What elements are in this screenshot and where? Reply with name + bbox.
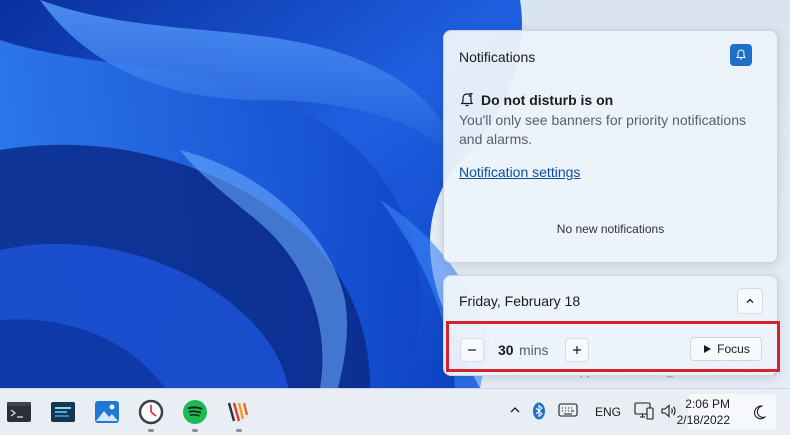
taskbar-app-clock[interactable] — [136, 397, 166, 432]
tray-keyboard[interactable] — [558, 403, 578, 417]
bell-snooze-icon — [736, 49, 746, 60]
bell-snooze-icon — [460, 93, 474, 107]
dnd-status-row: Do not disturb is on — [459, 92, 613, 108]
focus-highlight-box — [446, 321, 780, 372]
windsurf-app-icon — [227, 402, 249, 422]
taskbar-app-media-creation[interactable] — [48, 397, 78, 427]
dnd-description: You'll only see banners for priority not… — [459, 112, 746, 147]
empty-notifications-text: No new notifications — [556, 222, 665, 236]
collapse-calendar-button[interactable] — [737, 288, 763, 314]
tray-bluetooth[interactable] — [532, 402, 546, 420]
photos-icon — [95, 401, 119, 423]
taskbar-app-colorful[interactable] — [224, 397, 254, 432]
taskbar-clock-button[interactable]: 2:06 PM 2/18/2022 — [677, 394, 776, 430]
running-indicator — [236, 429, 242, 432]
taskbar-app-spotify[interactable] — [180, 397, 210, 432]
calendar-date-label: Friday, February 18 — [459, 293, 581, 309]
input-language-indicator[interactable]: ENG — [595, 405, 621, 419]
media-creation-icon — [51, 402, 75, 422]
chevron-up-icon — [510, 407, 520, 413]
tray-network[interactable] — [634, 402, 654, 420]
show-hidden-icons-button[interactable] — [508, 403, 522, 417]
bluetooth-icon — [533, 402, 545, 420]
taskbar-app-terminal[interactable] — [4, 397, 34, 427]
clock-date: 2/18/2022 — [676, 413, 730, 427]
do-not-disturb-toggle[interactable] — [730, 44, 752, 66]
running-indicator — [148, 429, 154, 432]
volume-icon — [661, 404, 676, 418]
terminal-icon — [7, 402, 31, 422]
taskbar: ENG 2:06 PM 2/18/2022 — [0, 388, 790, 435]
clock-app-icon — [138, 399, 164, 425]
dnd-heading: Do not disturb is on — [481, 92, 614, 108]
notification-settings-link[interactable]: Notification settings — [459, 164, 580, 180]
tray-volume[interactable] — [660, 402, 678, 420]
network-icon — [634, 402, 654, 420]
taskbar-app-photos[interactable] — [92, 397, 122, 427]
spotify-icon — [183, 400, 207, 424]
keyboard-icon — [558, 403, 578, 417]
running-indicator — [192, 429, 198, 432]
notification-center: Notifications Do not disturb is on You'l… — [443, 30, 778, 263]
notifications-title: Notifications — [459, 49, 536, 65]
chevron-up-icon — [746, 298, 754, 303]
clock-time: 2:06 PM — [685, 397, 730, 411]
moon-icon — [754, 405, 767, 420]
